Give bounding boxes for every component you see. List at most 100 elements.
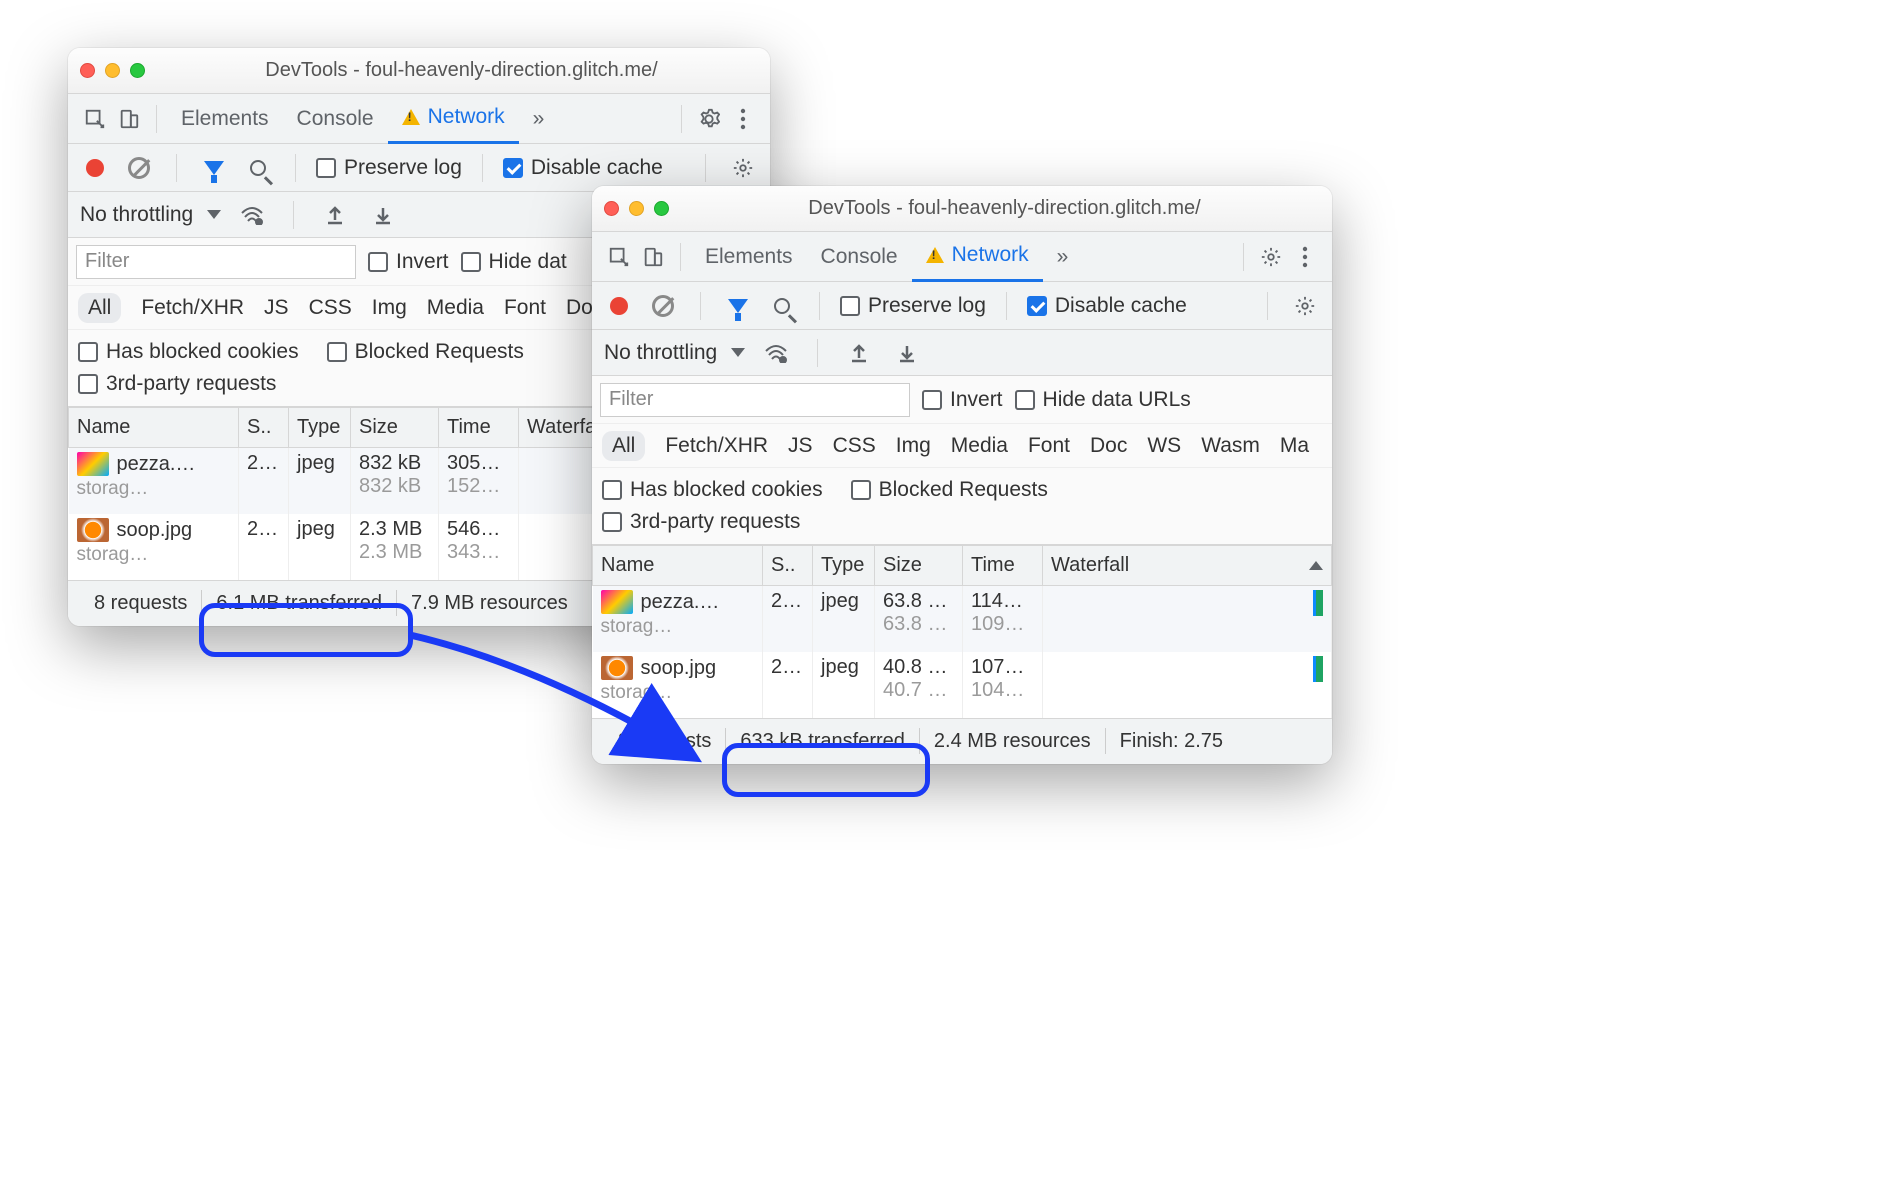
status-resources: 2.4 MB resources: [920, 730, 1105, 753]
col-size[interactable]: Size: [351, 408, 439, 448]
thumbnail-icon: [601, 656, 633, 680]
tab-network[interactable]: Network: [912, 232, 1043, 282]
chip-manifest[interactable]: Ma: [1280, 434, 1309, 458]
col-status[interactable]: S..: [763, 546, 813, 586]
filter-input[interactable]: Filter: [600, 383, 910, 417]
hide-data-urls-checkbox[interactable]: Hide dat: [461, 250, 567, 274]
filter-toggle-icon[interactable]: [721, 289, 755, 323]
panel-tabs: Elements Console Network »: [592, 232, 1332, 282]
chip-media[interactable]: Media: [951, 434, 1008, 458]
hide-data-urls-checkbox[interactable]: Hide data URLs: [1015, 388, 1191, 412]
chip-font[interactable]: Font: [504, 296, 546, 320]
download-har-icon[interactable]: [890, 336, 924, 370]
requests-table[interactable]: Name S.. Type Size Time Waterfall pezza.…: [592, 545, 1332, 718]
throttle-select[interactable]: No throttling: [604, 341, 745, 365]
maximize-icon[interactable]: [654, 201, 669, 216]
blocked-cookies-checkbox[interactable]: Has blocked cookies: [602, 478, 823, 502]
chip-all[interactable]: All: [602, 431, 645, 461]
kebab-icon[interactable]: [726, 102, 760, 136]
device-toggle-icon[interactable]: [636, 240, 670, 274]
clear-button[interactable]: [646, 289, 680, 323]
tab-network[interactable]: Network: [388, 94, 519, 144]
upload-har-icon[interactable]: [318, 198, 352, 232]
chip-media[interactable]: Media: [427, 296, 484, 320]
chip-css[interactable]: CSS: [309, 296, 352, 320]
disable-cache-checkbox[interactable]: Disable cache: [1027, 294, 1187, 318]
network-toolbar: Preserve log Disable cache: [592, 282, 1332, 330]
gear-icon[interactable]: [1254, 240, 1288, 274]
tab-elements[interactable]: Elements: [691, 232, 807, 282]
blocked-requests-checkbox[interactable]: Blocked Requests: [327, 340, 524, 364]
chip-fetch[interactable]: Fetch/XHR: [665, 434, 768, 458]
filter-toggle-icon[interactable]: [197, 151, 231, 185]
minimize-icon[interactable]: [629, 201, 644, 216]
tab-console[interactable]: Console: [807, 232, 912, 282]
col-name[interactable]: Name: [593, 546, 763, 586]
chip-wasm[interactable]: Wasm: [1201, 434, 1260, 458]
tab-network-label: Network: [428, 105, 505, 129]
col-waterfall[interactable]: Waterfall: [1043, 546, 1332, 586]
blocked-requests-checkbox[interactable]: Blocked Requests: [851, 478, 1048, 502]
gear-icon[interactable]: [692, 102, 726, 136]
status-transferred: 633 kB transferred: [726, 730, 919, 753]
disable-cache-checkbox[interactable]: Disable cache: [503, 156, 663, 180]
kebab-icon[interactable]: [1288, 240, 1322, 274]
col-status[interactable]: S..: [239, 408, 289, 448]
table-row[interactable]: soop.jpgstorag… 2… jpeg 40.8 …40.7 … 107…: [593, 652, 1332, 718]
col-size[interactable]: Size: [875, 546, 963, 586]
tab-console[interactable]: Console: [283, 94, 388, 144]
close-icon[interactable]: [80, 63, 95, 78]
upload-har-icon[interactable]: [842, 336, 876, 370]
invert-checkbox[interactable]: Invert: [368, 250, 449, 274]
chip-js[interactable]: JS: [788, 434, 813, 458]
col-type[interactable]: Type: [289, 408, 351, 448]
inspect-icon[interactable]: [602, 240, 636, 274]
network-settings-icon[interactable]: [1288, 289, 1322, 323]
preserve-log-checkbox[interactable]: Preserve log: [316, 156, 462, 180]
invert-checkbox[interactable]: Invert: [922, 388, 1003, 412]
chip-fetch[interactable]: Fetch/XHR: [141, 296, 244, 320]
search-icon[interactable]: [765, 289, 799, 323]
record-button[interactable]: [78, 151, 112, 185]
record-button[interactable]: [602, 289, 636, 323]
filter-input[interactable]: Filter: [76, 245, 356, 279]
table-row[interactable]: pezza.…storag… 2… jpeg 63.8 …63.8 … 114……: [593, 586, 1332, 652]
status-transferred: 6.1 MB transferred: [202, 592, 396, 615]
col-time[interactable]: Time: [963, 546, 1043, 586]
close-icon[interactable]: [604, 201, 619, 216]
tab-network-label: Network: [952, 243, 1029, 267]
chip-font[interactable]: Font: [1028, 434, 1070, 458]
chip-img[interactable]: Img: [896, 434, 931, 458]
tab-elements[interactable]: Elements: [167, 94, 283, 144]
window-title: DevTools - foul-heavenly-direction.glitc…: [165, 59, 758, 82]
titlebar[interactable]: DevTools - foul-heavenly-direction.glitc…: [68, 48, 770, 94]
col-time[interactable]: Time: [439, 408, 519, 448]
download-har-icon[interactable]: [366, 198, 400, 232]
chip-ws[interactable]: WS: [1147, 434, 1181, 458]
chip-all[interactable]: All: [78, 293, 121, 323]
throttle-select[interactable]: No throttling: [80, 203, 221, 227]
search-icon[interactable]: [241, 151, 275, 185]
preserve-log-checkbox[interactable]: Preserve log: [840, 294, 986, 318]
device-toggle-icon[interactable]: [112, 102, 146, 136]
third-party-checkbox[interactable]: 3rd-party requests: [602, 510, 800, 534]
tabs-overflow[interactable]: »: [519, 94, 559, 144]
tabs-overflow[interactable]: »: [1043, 232, 1083, 282]
blocked-cookies-checkbox[interactable]: Has blocked cookies: [78, 340, 299, 364]
chip-doc[interactable]: Doc: [1090, 434, 1127, 458]
chip-css[interactable]: CSS: [833, 434, 876, 458]
chip-js[interactable]: JS: [264, 296, 289, 320]
third-party-checkbox[interactable]: 3rd-party requests: [78, 372, 276, 396]
panel-tabs: Elements Console Network »: [68, 94, 770, 144]
clear-button[interactable]: [122, 151, 156, 185]
titlebar[interactable]: DevTools - foul-heavenly-direction.glitc…: [592, 186, 1332, 232]
network-settings-icon[interactable]: [726, 151, 760, 185]
minimize-icon[interactable]: [105, 63, 120, 78]
inspect-icon[interactable]: [78, 102, 112, 136]
chip-img[interactable]: Img: [372, 296, 407, 320]
network-conditions-icon[interactable]: [759, 336, 793, 370]
col-name[interactable]: Name: [69, 408, 239, 448]
maximize-icon[interactable]: [130, 63, 145, 78]
col-type[interactable]: Type: [813, 546, 875, 586]
network-conditions-icon[interactable]: [235, 198, 269, 232]
